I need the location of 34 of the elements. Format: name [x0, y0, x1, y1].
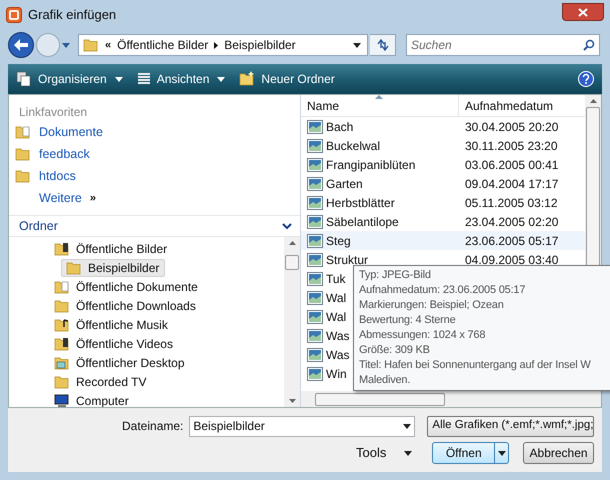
file-name: Frangipaniblüten	[326, 156, 416, 174]
file-date: 09.04.2004 17:17	[464, 176, 558, 192]
file-date: 30.11.2005 23:20	[464, 138, 558, 154]
tooltip-line: Markierungen: Beispiel; Ozean	[359, 298, 504, 313]
tooltip-line: Typ: JPEG-Bild	[359, 268, 431, 283]
window-title: Grafik einfügen	[28, 6, 116, 24]
file-name: Wal	[326, 290, 346, 306]
file-name: Wal	[326, 308, 346, 326]
more-chevron: »	[90, 190, 96, 206]
file-name: Buckelwal	[326, 138, 380, 154]
file-name: Was	[326, 346, 350, 364]
file-name: Win	[326, 366, 347, 382]
file-date: 23.06.2005 05:17	[464, 232, 558, 250]
tooltip-line: Bewertung: 4 Sterne	[359, 313, 456, 328]
file-date: 05.11.2005 03:12	[464, 194, 558, 212]
file-name: Bach	[326, 118, 354, 136]
tooltip-line: Malediven.	[359, 373, 410, 388]
tooltip-line: Titel: Hafen bei Sonnenuntergang auf der Insel W	[359, 358, 591, 373]
file-name: Herbstblätter	[326, 194, 395, 212]
file-date: 30.04.2005 20:20	[464, 118, 558, 136]
file-name: Struktur	[326, 252, 368, 268]
tooltip-line: Abmessungen: 1024 x 768	[359, 328, 486, 343]
file-date: 23.04.2005 02:20	[464, 214, 558, 230]
file-name: Was	[326, 328, 350, 344]
section-heading: Linkfavoriten	[18, 104, 88, 121]
file-date: 04.09.2005 03:40	[464, 252, 558, 268]
tooltip-line: Aufnahmedatum: 23.06.2005 05:17	[359, 283, 526, 298]
file-name: Tuk	[326, 270, 346, 288]
file-date: 03.06.2005 00:41	[464, 156, 558, 174]
file-name: Steg	[326, 232, 351, 250]
tooltip-line: Größe: 309 KB	[359, 343, 430, 358]
file-name: Säbelantilope	[326, 214, 399, 230]
filename-label: Dateiname:	[122, 418, 184, 435]
file-name: Garten	[326, 176, 363, 192]
